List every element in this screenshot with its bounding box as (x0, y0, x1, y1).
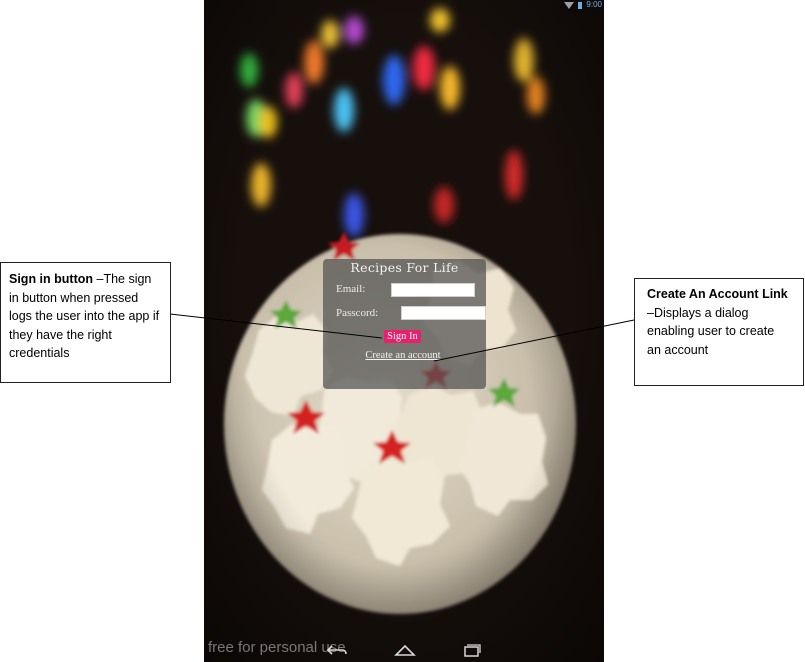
home-icon[interactable] (394, 643, 416, 657)
status-bar: 9:00 (204, 0, 604, 10)
wifi-icon (564, 1, 575, 9)
create-account-annotation: Create An Account Link –Displays a dialo… (634, 278, 804, 386)
navigation-bar (204, 640, 604, 662)
password-field[interactable] (401, 306, 486, 320)
email-field[interactable] (391, 283, 475, 297)
signin-annotation: Sign in button –The sign in button when … (0, 262, 171, 383)
signin-button[interactable]: Sign In (384, 330, 421, 343)
create-annotation-body: –Displays a dialog enabling user to crea… (647, 305, 775, 357)
create-account-link[interactable]: Create an account (323, 350, 483, 361)
signin-annotation-heading: Sign in button (9, 272, 94, 286)
status-time: 9:00 (586, 0, 602, 9)
back-icon[interactable] (326, 643, 348, 657)
create-annotation-heading: Create An Account Link (647, 287, 788, 301)
phone-screen: 9:00 Recipes For Life Email: Passcord: S… (204, 0, 604, 662)
battery-icon (578, 1, 583, 9)
app-title: Recipes For Life (350, 260, 459, 275)
signin-card: Recipes For Life Email: Passcord: Sign I… (323, 259, 486, 389)
password-label: Passcord: (336, 307, 379, 319)
recents-icon[interactable] (461, 643, 483, 657)
email-label: Email: (336, 283, 366, 295)
